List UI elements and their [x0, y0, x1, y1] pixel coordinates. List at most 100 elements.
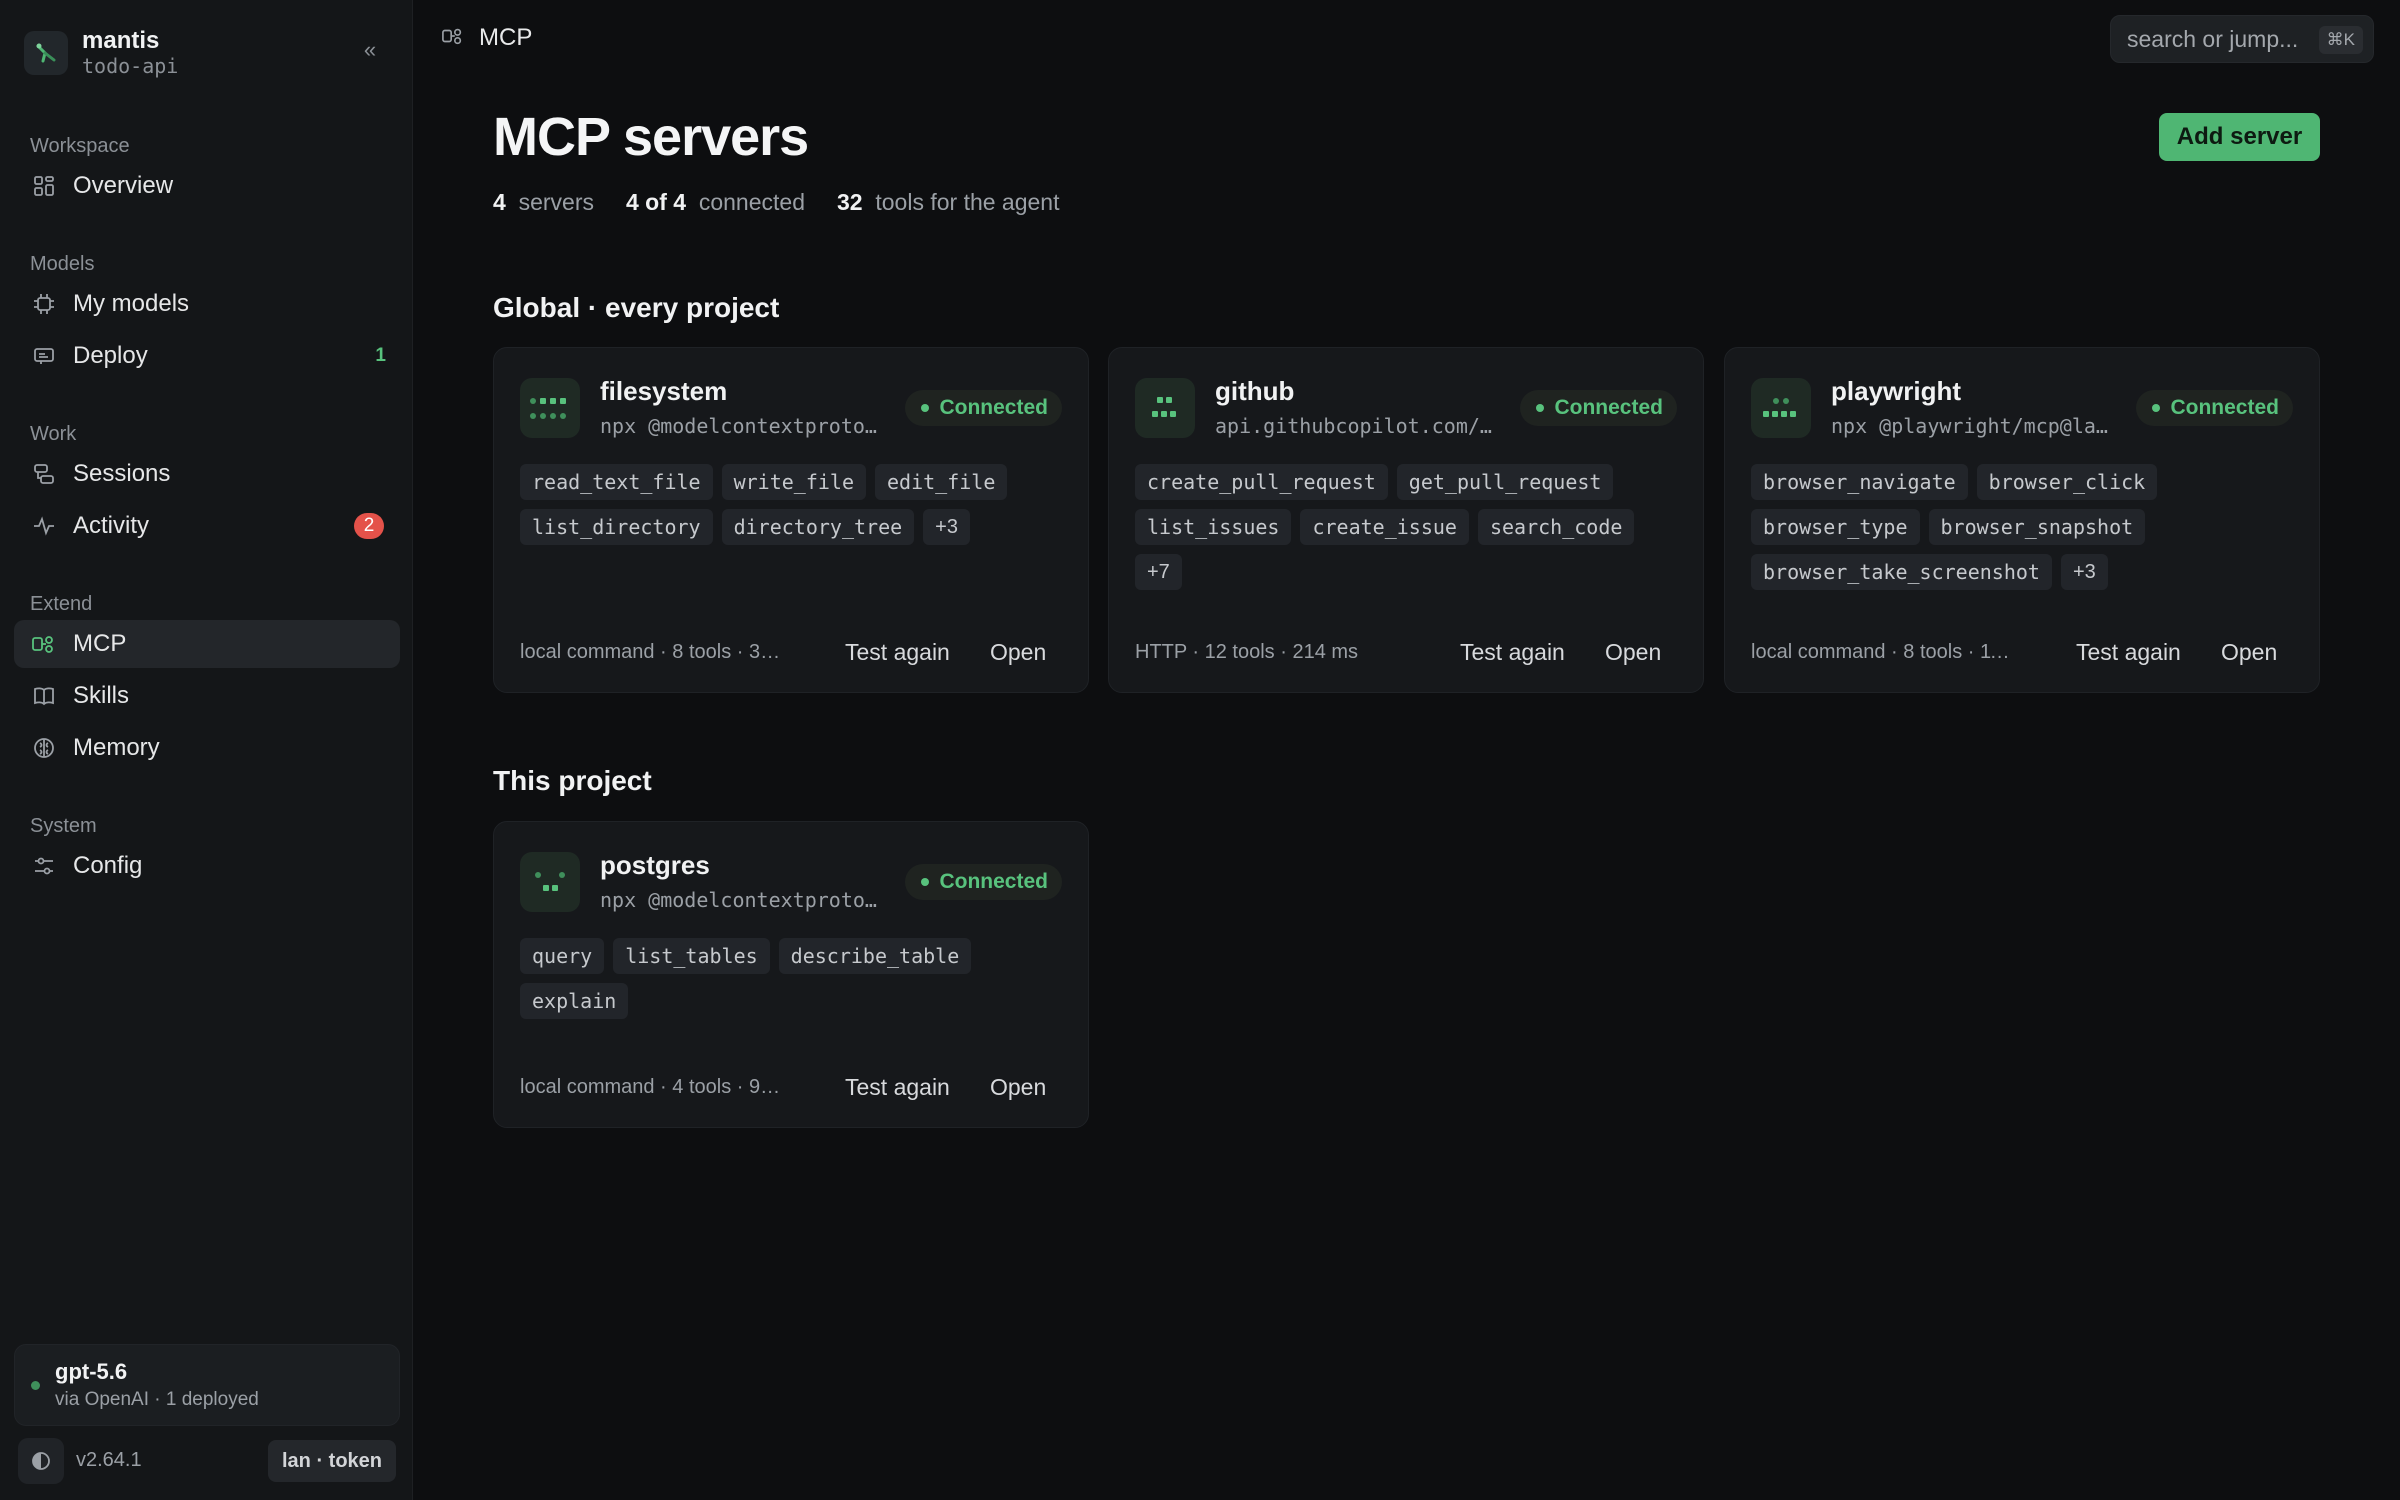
nav-section-workspace: Workspace Overview	[0, 134, 413, 210]
search-box[interactable]: ⌘K	[2110, 15, 2374, 63]
tool-tag: browser_type	[1751, 509, 1920, 545]
section-label: Extend	[30, 593, 93, 615]
search-input[interactable]	[2127, 25, 2317, 53]
active-model-card[interactable]: gpt-5.6 via OpenAI · 1 deployed	[14, 1344, 400, 1426]
tool-tag: list_directory	[520, 509, 713, 545]
model-name: gpt-5.6	[55, 1359, 128, 1384]
sidebar-item-label: MCP	[73, 630, 127, 657]
sessions-icon	[30, 460, 58, 488]
sidebar-item-label: Deploy	[73, 342, 148, 369]
status-badge: Connected	[1520, 390, 1677, 426]
sidebar-item-memory[interactable]: Memory	[14, 724, 400, 772]
tool-tag: browser_snapshot	[1928, 509, 2146, 545]
tool-tags: browser_navigate browser_click browser_t…	[1751, 464, 2311, 599]
collapse-sidebar-icon[interactable]: «	[356, 36, 384, 64]
brand[interactable]: mantis todo-api	[24, 28, 178, 78]
test-again-button[interactable]: Test again	[845, 639, 950, 666]
status-badge: Connected	[2136, 390, 2293, 426]
tool-tag: get_pull_request	[1396, 464, 1614, 500]
brain-icon	[30, 734, 58, 762]
stat-connected: 4 of 4 connected	[625, 189, 805, 215]
server-meta: local command · 8 tools · 34 ms	[520, 641, 785, 663]
app-version: v2.64.1	[76, 1449, 142, 1471]
sidebar-item-sessions[interactable]: Sessions	[14, 450, 400, 498]
server-card-playwright[interactable]: playwright npx @playwright/mcp@latest Co…	[1724, 347, 2320, 693]
server-name: github	[1215, 376, 1295, 406]
server-name: playwright	[1831, 376, 1962, 406]
breadcrumb-current: MCP	[479, 24, 533, 51]
mantis-logo-icon	[24, 31, 68, 75]
server-meta: local command · 4 tools · 96 ms	[520, 1076, 785, 1098]
page-title: MCP servers	[493, 107, 809, 167]
sidebar-item-deploy[interactable]: Deploy 1	[14, 332, 400, 380]
sidebar-item-label: Sessions	[73, 460, 171, 487]
server-command: npx @modelcontextprotocol/server-postgre…	[600, 888, 880, 912]
topbar: MCP ⌘K	[413, 0, 2400, 80]
sidebar: mantis todo-api « Workspace Overview Mod…	[0, 0, 413, 1500]
add-server-button[interactable]: Add server	[2159, 113, 2320, 161]
section-label: Work	[30, 423, 77, 445]
tool-tag: describe_table	[778, 938, 972, 974]
server-command: npx @modelcontextprotocol/server-filesys…	[600, 414, 880, 438]
open-button[interactable]: Open	[990, 1074, 1046, 1101]
tool-tag: read_text_file	[520, 464, 713, 500]
server-meta: local command · 8 tools · 118 ms	[1751, 641, 2016, 663]
brand-name: mantis	[82, 27, 160, 54]
sidebar-item-label: Memory	[73, 734, 160, 761]
test-again-button[interactable]: Test again	[1460, 639, 1565, 666]
open-button[interactable]: Open	[1605, 639, 1661, 666]
server-command: npx @playwright/mcp@latest	[1831, 414, 2111, 438]
tool-tags: create_pull_request get_pull_request lis…	[1135, 464, 1695, 599]
mcp-icon	[30, 630, 58, 658]
auth-mode-badge[interactable]: lan · token	[268, 1440, 396, 1482]
more-tools-tag[interactable]: +3	[2060, 554, 2108, 590]
open-button[interactable]: Open	[990, 639, 1046, 666]
status-badge: Connected	[905, 864, 1062, 900]
chip-icon	[30, 290, 58, 318]
nav-section-work: Work Sessions Activity 2	[0, 422, 413, 550]
sidebar-item-config[interactable]: Config	[14, 842, 400, 890]
summary-stats: 4 servers 4 of 4 connected 32 tools for …	[493, 189, 1091, 216]
nav-section-system: System Config	[0, 814, 413, 890]
section-label: Models	[30, 253, 95, 275]
status-badge: Connected	[905, 390, 1062, 426]
open-button[interactable]: Open	[2221, 639, 2277, 666]
stat-tools: 32 tools for the agent	[836, 189, 1060, 215]
more-tools-tag[interactable]: +3	[923, 509, 970, 545]
activity-count-badge: 2	[354, 513, 384, 539]
nav-section-extend: Extend MCP Skills Memory	[0, 592, 413, 772]
breadcrumb: MCP	[441, 24, 532, 52]
theme-toggle-icon[interactable]	[18, 1438, 64, 1484]
server-status-grid-icon	[1135, 378, 1195, 438]
group-title-global: Global · every project	[493, 292, 780, 323]
tool-tag: create_pull_request	[1135, 464, 1388, 500]
model-provider: via OpenAI · 1 deployed	[55, 1389, 259, 1410]
server-card-github[interactable]: github api.githubcopilot.com/mcp Connect…	[1108, 347, 1704, 693]
sidebar-item-mcp[interactable]: MCP	[14, 620, 400, 668]
pulse-icon	[30, 512, 58, 540]
tool-tag: browser_take_screenshot	[1751, 554, 2052, 590]
server-meta: HTTP · 12 tools · 214 ms	[1135, 641, 1359, 663]
sidebar-item-label: Config	[73, 852, 143, 879]
sidebar-item-my-models[interactable]: My models	[14, 280, 400, 328]
sidebar-item-label: Skills	[73, 682, 130, 709]
tool-tag: browser_navigate	[1751, 464, 1968, 500]
test-again-button[interactable]: Test again	[2076, 639, 2181, 666]
server-card-postgres[interactable]: postgres npx @modelcontextprotocol/serve…	[493, 821, 1089, 1128]
sidebar-item-label: My models	[73, 290, 190, 317]
server-status-grid-icon	[520, 378, 580, 438]
sidebar-item-label: Overview	[73, 172, 174, 199]
more-tools-tag[interactable]: +7	[1135, 554, 1182, 590]
server-command: api.githubcopilot.com/mcp	[1215, 414, 1495, 438]
sidebar-item-skills[interactable]: Skills	[14, 672, 400, 720]
book-icon	[30, 682, 58, 710]
nav-section-models: Models My models Deploy 1	[0, 252, 413, 380]
sidebar-item-overview[interactable]: Overview	[14, 162, 400, 210]
server-card-filesystem[interactable]: filesystem npx @modelcontextprotocol/ser…	[493, 347, 1089, 693]
test-again-button[interactable]: Test again	[845, 1074, 950, 1101]
stat-servers: 4 servers	[493, 189, 594, 215]
tool-tag: list_tables	[613, 938, 770, 974]
sidebar-item-activity[interactable]: Activity 2	[14, 502, 400, 550]
deploy-count-badge: 1	[375, 345, 386, 366]
server-name: filesystem	[600, 376, 728, 406]
